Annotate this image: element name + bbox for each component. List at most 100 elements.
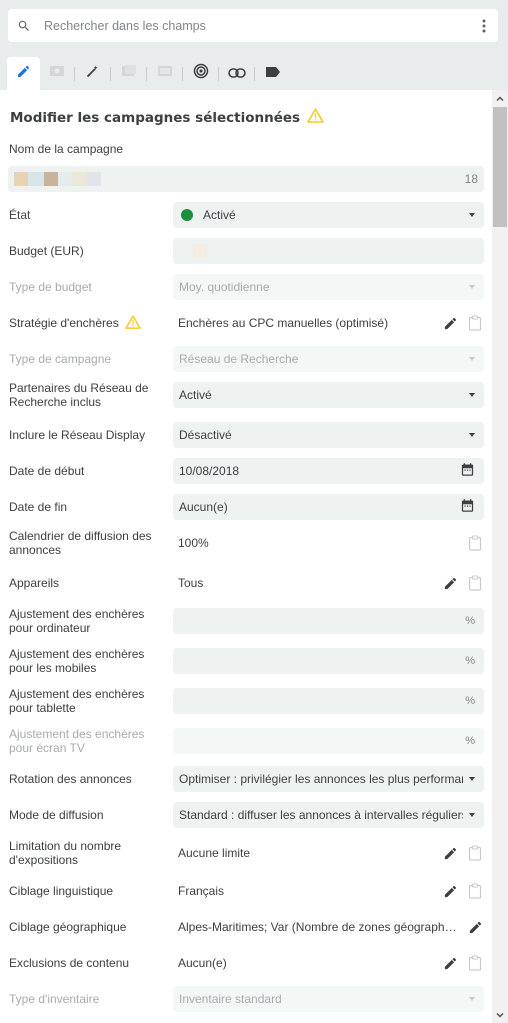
field-label-text: Stratégie d'enchères: [9, 316, 119, 330]
chevron-down-icon: [469, 997, 475, 1001]
tab-targeting[interactable]: [184, 57, 217, 90]
pencil-icon[interactable]: [441, 954, 459, 972]
field-label-text: Budget (EUR): [9, 244, 84, 258]
pencil-icon[interactable]: [466, 918, 484, 936]
scrollbar-thumb[interactable]: [493, 107, 507, 227]
date-de-fin-date-picker[interactable]: Aucun(e): [173, 494, 484, 520]
status-dot-icon: [181, 209, 193, 221]
field-label: Type de budget: [9, 274, 164, 300]
field-label-text: Ciblage linguistique: [9, 884, 114, 898]
inclure-le-reseau-display-dropdown[interactable]: Désactivé: [173, 422, 484, 448]
pencil-icon[interactable]: [441, 314, 459, 332]
pencil-icon[interactable]: [441, 574, 459, 592]
percent-suffix: %: [465, 655, 475, 667]
calendar-icon[interactable]: [460, 462, 475, 480]
field-label-text: Appareils: [9, 576, 60, 590]
clipboard-icon[interactable]: [466, 574, 484, 592]
appareils-value-cell: Tous: [178, 570, 484, 596]
chevron-down-icon: [469, 813, 475, 817]
panel-title-text: Modifier les campagnes sélectionnées: [10, 109, 301, 126]
etat-dropdown[interactable]: Activé: [173, 202, 484, 228]
field-value: Aucun(e): [178, 956, 227, 970]
scroll-up-arrow-icon[interactable]: [492, 90, 508, 106]
edit-panel: Modifier les campagnes sélectionnées Nom…: [0, 90, 492, 1023]
chevron-down-icon: [469, 433, 475, 437]
partenaires-du-reseau-de-recherche-inclus-dropdown[interactable]: Activé: [173, 382, 484, 408]
field-label-text: Rotation des annonces: [9, 772, 132, 786]
scrollbar[interactable]: [492, 90, 508, 1023]
pencil-icon: [16, 64, 31, 84]
scroll-down-arrow-icon[interactable]: [492, 1007, 508, 1023]
tab-display[interactable]: [148, 57, 181, 90]
ciblage-geographique-value-cell: Alpes-Maritimes; Var (Nombre de zones gé…: [178, 914, 484, 940]
tab-budget[interactable]: [40, 57, 73, 90]
campaign-name-input[interactable]: 18: [8, 166, 484, 192]
label-icon: [265, 65, 281, 83]
field-label-text: Type de budget: [9, 280, 92, 294]
ajustement-des-encheres-pour-tablette-input[interactable]: %: [173, 688, 484, 714]
field-label-text: Ajustement des enchères pour les mobiles: [9, 647, 145, 675]
clipboard-icon[interactable]: [466, 534, 484, 552]
clipboard-icon[interactable]: [466, 954, 484, 972]
field-label-text: Date de début: [9, 464, 85, 478]
rotation-des-annonces-dropdown[interactable]: Optimiser : privilégier les annonces les…: [173, 766, 484, 792]
tab-labels[interactable]: [256, 57, 289, 90]
field-label: Appareils: [9, 570, 164, 596]
warning-icon: [124, 314, 141, 332]
mode-de-diffusion-dropdown[interactable]: Standard : diffuser les annonces à inter…: [173, 802, 484, 828]
search-bar: [8, 9, 498, 42]
pencil-icon[interactable]: [441, 882, 459, 900]
field-value: Activé: [203, 208, 236, 222]
clipboard-icon[interactable]: [466, 314, 484, 332]
field-label: Inclure le Réseau Display: [9, 422, 164, 448]
ajustement-des-encheres-pour-ordinateur-input[interactable]: %: [173, 608, 484, 634]
field-value: Alpes-Maritimes; Var (Nombre de zones gé…: [178, 920, 459, 934]
chevron-down-icon: [469, 213, 475, 217]
field-label-text: Type de campagne: [9, 352, 112, 366]
percent-suffix: %: [465, 735, 475, 747]
percent-suffix: %: [465, 615, 475, 627]
more-vert-icon[interactable]: [470, 19, 498, 33]
field-value: 10/08/2018: [179, 464, 240, 478]
chevron-down-icon: [469, 285, 475, 289]
panel-title: Modifier les campagnes sélectionnées: [10, 108, 324, 127]
field-value: Réseau de Recherche: [179, 352, 299, 366]
type-de-campagne-dropdown: Réseau de Recherche: [173, 346, 484, 372]
tab-image[interactable]: [112, 57, 145, 90]
field-label-text: Inclure le Réseau Display: [9, 428, 146, 442]
field-label-text: Ajustement des enchères pour écran TV: [9, 727, 145, 755]
calendrier-de-diffusion-des-annonces-value-cell: 100%: [178, 530, 484, 556]
search-input[interactable]: [38, 18, 470, 33]
ciblage-linguistique-value-cell: Français: [178, 878, 484, 904]
field-label: Budget (EUR): [9, 238, 164, 264]
clipboard-icon[interactable]: [466, 844, 484, 862]
tab-divider: [74, 66, 75, 81]
budget-eur-input[interactable]: [173, 238, 484, 264]
field-label: Mode de diffusion: [9, 802, 164, 828]
dollar-icon: [49, 64, 65, 83]
exclusions-de-contenu-value-cell: Aucun(e): [178, 950, 484, 976]
field-label-text: Ciblage géographique: [9, 920, 127, 934]
field-value: Inventaire standard: [179, 992, 282, 1006]
tab-edit[interactable]: [7, 57, 40, 90]
date-de-debut-date-picker[interactable]: 10/08/2018: [173, 458, 484, 484]
field-label: Date de fin: [9, 494, 164, 520]
calendar-icon[interactable]: [460, 498, 475, 516]
field-label-text: Type d'inventaire: [9, 992, 100, 1006]
tab-links[interactable]: [220, 57, 253, 90]
ajustement-des-encheres-pour-les-mobiles-input[interactable]: %: [173, 648, 484, 674]
pencil-icon[interactable]: [441, 844, 459, 862]
field-label-text: Date de fin: [9, 500, 68, 514]
chevron-down-icon: [469, 393, 475, 397]
field-label: Date de début: [9, 458, 164, 484]
tab-divider: [146, 66, 147, 81]
field-label: Ajustement des enchères pour écran TV: [9, 727, 164, 755]
display-icon: [157, 64, 173, 83]
field-value: Français: [178, 884, 225, 898]
clipboard-icon[interactable]: [466, 882, 484, 900]
field-label: Ajustement des enchères pour les mobiles: [9, 647, 164, 675]
tab-bar: [7, 57, 289, 90]
tab-optimize[interactable]: [76, 57, 109, 90]
strategie-d-encheres-value-cell: Enchères au CPC manuelles (optimisé): [178, 310, 484, 336]
field-label: Exclusions de contenu: [9, 950, 164, 976]
